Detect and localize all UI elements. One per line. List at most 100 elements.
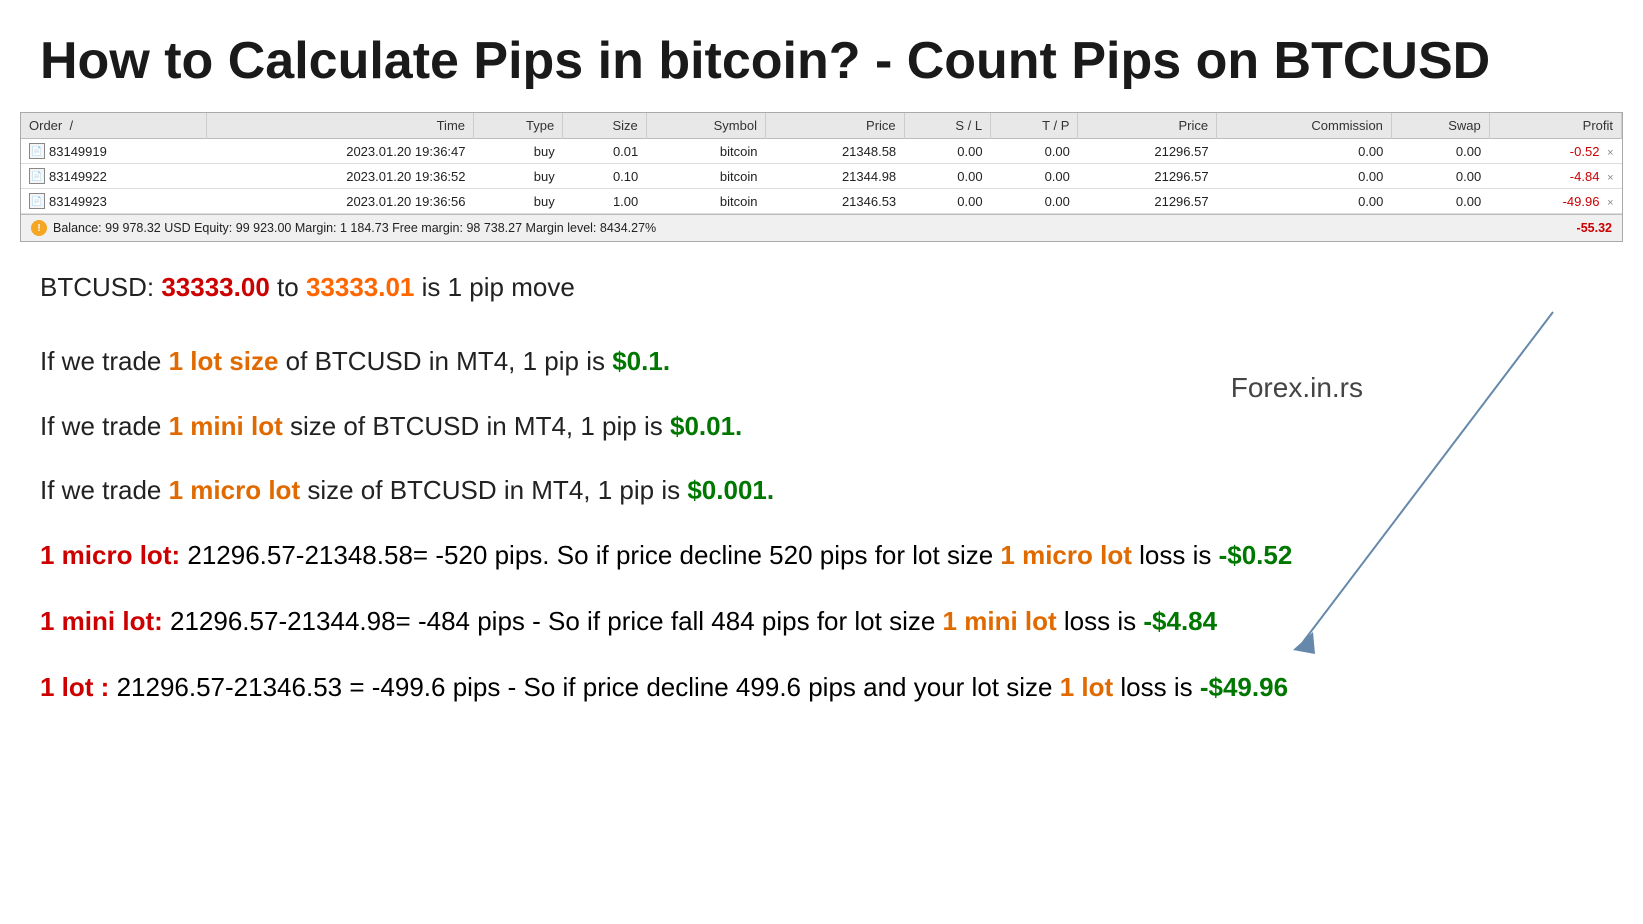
col-price-current: Price — [1078, 113, 1217, 139]
table-row: 📄 83149922 2023.01.20 19:36:52 buy 0.10 … — [21, 164, 1622, 189]
cell-type: buy — [474, 139, 563, 164]
cell-profit: -4.84 × — [1489, 164, 1621, 189]
pip-middle: to — [270, 272, 306, 302]
cell-time: 2023.01.20 19:36:56 — [206, 189, 473, 214]
cell-commission: 0.00 — [1217, 164, 1392, 189]
microlot-prefix: If we trade — [40, 475, 169, 505]
minilot-calc-suffix: loss is — [1057, 606, 1144, 636]
content-area: BTCUSD: 33333.00 to 33333.01 is 1 pip mo… — [0, 242, 1643, 765]
minilot-calc-label: 1 mini lot: — [40, 606, 170, 636]
warning-icon: ! — [31, 220, 47, 236]
col-commission: Commission — [1217, 113, 1392, 139]
pip-value1: 33333.00 — [161, 272, 269, 302]
cell-commission: 0.00 — [1217, 189, 1392, 214]
order-id: 83149919 — [49, 144, 107, 159]
lot-calc-value: -$49.96 — [1200, 672, 1288, 702]
minilot-value: $0.01. — [670, 411, 742, 441]
close-button[interactable]: × — [1607, 197, 1613, 209]
trade-lot-info: If we trade 1 lot size of BTCUSD in MT4,… — [40, 343, 1603, 379]
cell-swap: 0.00 — [1391, 189, 1489, 214]
minilot-calc-value: -$4.84 — [1143, 606, 1217, 636]
pip-prefix: BTCUSD: — [40, 272, 161, 302]
close-button[interactable]: × — [1607, 147, 1613, 159]
col-order[interactable]: Order / — [21, 113, 206, 139]
cell-swap: 0.00 — [1391, 164, 1489, 189]
cell-price-current: 21296.57 — [1078, 189, 1217, 214]
table-row: 📄 83149923 2023.01.20 19:36:56 buy 1.00 … — [21, 189, 1622, 214]
col-profit: Profit — [1489, 113, 1621, 139]
cell-tp: 0.00 — [991, 189, 1078, 214]
table-row: 📄 83149919 2023.01.20 19:36:47 buy 0.01 … — [21, 139, 1622, 164]
minilot-calc-block: 1 mini lot: 21296.57-21344.98= -484 pips… — [40, 603, 1603, 639]
balance-row: ! Balance: 99 978.32 USD Equity: 99 923.… — [21, 214, 1622, 241]
lot-highlight: 1 lot size — [169, 346, 279, 376]
minilot-prefix: If we trade — [40, 411, 169, 441]
balance-info: ! Balance: 99 978.32 USD Equity: 99 923.… — [31, 220, 656, 236]
microlot-calc-highlight: 1 micro lot — [1000, 540, 1131, 570]
cell-tp: 0.00 — [991, 164, 1078, 189]
trade-microlot-info: If we trade 1 micro lot size of BTCUSD i… — [40, 472, 1603, 508]
microlot-calc-block: 1 micro lot: 21296.57-21348.58= -520 pip… — [40, 537, 1603, 573]
cell-symbol: bitcoin — [646, 139, 765, 164]
watermark: Forex.in.rs — [1231, 372, 1363, 404]
lot-calc-suffix: loss is — [1113, 672, 1200, 702]
cell-size: 0.10 — [563, 164, 647, 189]
cell-swap: 0.00 — [1391, 139, 1489, 164]
lot-middle: of BTCUSD in MT4, 1 pip is — [278, 346, 612, 376]
cell-size: 1.00 — [563, 189, 647, 214]
cell-tp: 0.00 — [991, 139, 1078, 164]
microlot-middle: size of BTCUSD in MT4, 1 pip is — [300, 475, 687, 505]
cell-price-open: 21344.98 — [765, 164, 904, 189]
microlot-calc-value: -$0.52 — [1219, 540, 1293, 570]
col-type: Type — [474, 113, 563, 139]
cell-sl: 0.00 — [904, 164, 990, 189]
minilot-calc-highlight: 1 mini lot — [943, 606, 1057, 636]
cell-size: 0.01 — [563, 139, 647, 164]
cell-sl: 0.00 — [904, 189, 990, 214]
close-button[interactable]: × — [1607, 172, 1613, 184]
pip-suffix: is 1 pip move — [414, 272, 574, 302]
profit-value: -49.96 — [1563, 194, 1600, 209]
col-price-open: Price — [765, 113, 904, 139]
order-id: 83149923 — [49, 194, 107, 209]
cell-type: buy — [474, 164, 563, 189]
lot-calc-block: 1 lot : 21296.57-21346.53 = -499.6 pips … — [40, 669, 1603, 705]
cell-price-current: 21296.57 — [1078, 164, 1217, 189]
cell-price-open: 21346.53 — [765, 189, 904, 214]
cell-price-current: 21296.57 — [1078, 139, 1217, 164]
col-time: Time — [206, 113, 473, 139]
profit-value: -0.52 — [1570, 144, 1600, 159]
cell-type: buy — [474, 189, 563, 214]
cell-profit: -0.52 × — [1489, 139, 1621, 164]
cell-sl: 0.00 — [904, 139, 990, 164]
trade-minilot-info: If we trade 1 mini lot size of BTCUSD in… — [40, 408, 1603, 444]
order-icon: 📄 — [29, 143, 45, 159]
order-id: 83149922 — [49, 169, 107, 184]
microlot-highlight: 1 micro lot — [169, 475, 300, 505]
microlot-calc-label: 1 micro lot: — [40, 540, 180, 570]
minilot-highlight: 1 mini lot — [169, 411, 283, 441]
lot-calc-highlight: 1 lot — [1060, 672, 1113, 702]
order-icon: 📄 — [29, 193, 45, 209]
lot-calc-label: 1 lot : — [40, 672, 109, 702]
cell-profit: -49.96 × — [1489, 189, 1621, 214]
col-swap: Swap — [1391, 113, 1489, 139]
col-tp: T / P — [991, 113, 1078, 139]
col-sl: S / L — [904, 113, 990, 139]
trading-table-container: Order / Time Type Size Symbol Price S / … — [20, 112, 1623, 242]
cell-time: 2023.01.20 19:36:52 — [206, 164, 473, 189]
minilot-calc-text: 21296.57-21344.98= -484 pips - So if pri… — [170, 606, 943, 636]
cell-symbol: bitcoin — [646, 164, 765, 189]
microlot-calc-text: 21296.57-21348.58= -520 pips. So if pric… — [180, 540, 1000, 570]
trading-table: Order / Time Type Size Symbol Price S / … — [21, 113, 1622, 214]
minilot-middle: size of BTCUSD in MT4, 1 pip is — [283, 411, 670, 441]
lot-prefix: If we trade — [40, 346, 169, 376]
microlot-calc-suffix: loss is — [1132, 540, 1219, 570]
page-title: How to Calculate Pips in bitcoin? - Coun… — [0, 0, 1643, 112]
cell-commission: 0.00 — [1217, 139, 1392, 164]
balance-text: Balance: 99 978.32 USD Equity: 99 923.00… — [53, 221, 656, 235]
cell-symbol: bitcoin — [646, 189, 765, 214]
total-profit: -55.32 — [1577, 221, 1612, 235]
cell-time: 2023.01.20 19:36:47 — [206, 139, 473, 164]
cell-price-open: 21348.58 — [765, 139, 904, 164]
